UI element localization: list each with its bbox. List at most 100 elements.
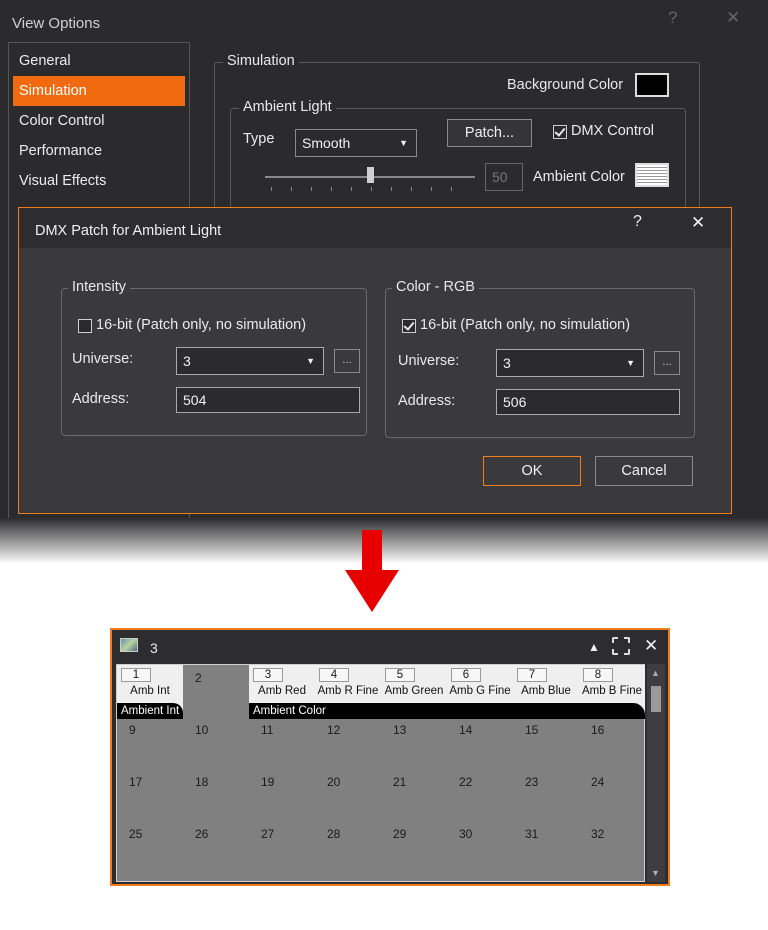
cell-channel-number: 23 [525,775,539,789]
color-address-field[interactable]: 506 [496,389,680,415]
cell-channel-number: 19 [261,775,275,789]
ambient-color-swatch[interactable] [635,163,669,187]
expand-icon[interactable] [612,637,630,655]
ambient-light-group: Ambient Light Type Smooth ▼ Patch... DMX… [230,99,686,208]
grid-cell[interactable]: 27 [249,821,315,873]
cell-channel-number: 21 [393,775,407,789]
grid-cell[interactable]: 31 [513,821,579,873]
grid-cell[interactable]: 11 [249,717,315,769]
fixture-bar[interactable]: Ambient Color [249,703,645,719]
cell-channel-number: 29 [393,827,407,841]
simulation-legend: Simulation [223,53,299,69]
nav-item-performance[interactable]: Performance [13,136,185,166]
grid-window-title: 3 [150,640,158,656]
color-address-label: Address: [398,393,456,409]
grid-cell[interactable]: 12 [315,717,381,769]
close-icon[interactable]: ✕ [644,636,658,656]
patch-grid-window: 3 ▲ ✕ 1 Amb Int 2 3 Amb Red 4 Amb R Fine 5 Amb G… [110,628,670,886]
ambient-light-legend: Ambient Light [239,99,336,115]
grid-cell[interactable]: 18 [183,769,249,821]
ok-button[interactable]: OK [483,456,581,486]
grid-cell[interactable]: 10 [183,717,249,769]
grid-cell[interactable]: 17 [117,769,183,821]
chevron-down-icon: ▼ [399,138,408,148]
color-16bit-label: 16-bit (Patch only, no simulation) [420,317,631,333]
grid-cell[interactable]: 26 [183,821,249,873]
nav-item-visual-effects[interactable]: Visual Effects [13,166,185,196]
cell-channel-number: 11 [261,723,274,737]
cell-channel-number: 2 [195,671,202,685]
nav-item-simulation[interactable]: Simulation [13,76,185,106]
down-arrow-icon [345,530,399,612]
ambient-color-label: Ambient Color [533,169,625,185]
cell-channel-number: 9 [129,723,136,737]
help-icon[interactable]: ? [633,213,642,231]
arrow-head [345,570,399,612]
cell-channel-number: 1 [121,668,151,682]
ambient-slider-thumb[interactable] [367,167,374,183]
scroll-down-icon[interactable]: ▼ [651,868,660,878]
help-icon[interactable]: ? [668,8,677,28]
patch-button[interactable]: Patch... [447,119,532,147]
grid-cell[interactable]: 13 [381,717,447,769]
color-16bit-checkbox[interactable] [402,319,416,333]
grid-cell[interactable]: 15 [513,717,579,769]
cell-channel-name: Amb Red [258,685,306,697]
dmx-dialog-titlebar: DMX Patch for Ambient Light ? ✕ [19,208,731,248]
grid-cell[interactable]: 32 [579,821,645,873]
intensity-16bit-checkbox[interactable] [78,319,92,333]
grid-cell[interactable]: 21 [381,769,447,821]
cell-channel-number: 12 [327,723,341,737]
dmx-control-checkbox[interactable] [553,125,567,139]
cell-channel-number: 24 [591,775,605,789]
cell-channel-number: 17 [129,775,143,789]
cell-channel-number: 3 [253,668,283,682]
cancel-button[interactable]: Cancel [595,456,693,486]
close-icon[interactable]: ✕ [726,8,740,28]
type-label: Type [243,131,275,147]
grid-cell[interactable]: 24 [579,769,645,821]
nav-item-color-control[interactable]: Color Control [13,106,185,136]
background-color-swatch[interactable] [635,73,669,97]
scrollbar-thumb[interactable] [651,686,661,712]
grid-cell[interactable]: 2 [183,665,249,717]
scroll-up-icon[interactable]: ▲ [651,668,660,678]
collapse-up-icon[interactable]: ▲ [588,640,600,654]
color-universe-select[interactable]: 3 ▼ [496,349,644,377]
slider-ticks [271,187,467,191]
intensity-address-field[interactable]: 504 [176,387,360,413]
grid-cell[interactable]: 23 [513,769,579,821]
cell-channel-number: 20 [327,775,341,789]
cell-channel-number: 13 [393,723,407,737]
cell-channel-name: Amb G Fine [449,685,511,697]
chevron-down-icon: ▼ [626,358,635,368]
cell-channel-name: Amb Blue [521,685,571,697]
close-icon[interactable]: ✕ [691,213,705,233]
grid-cell[interactable]: 22 [447,769,513,821]
color-rgb-group: Color - RGB 16-bit (Patch only, no simul… [385,279,695,438]
intensity-group: Intensity 16-bit (Patch only, no simulat… [61,279,367,436]
intensity-universe-select[interactable]: 3 ▼ [176,347,324,375]
cell-channel-number: 18 [195,775,209,789]
nav-item-general[interactable]: General [13,46,185,76]
type-select[interactable]: Smooth ▼ [295,129,417,157]
fixture-bar[interactable]: Ambient Int [117,703,183,719]
grid-cell[interactable]: 19 [249,769,315,821]
grid-cell[interactable]: 9 [117,717,183,769]
grid-cell[interactable]: 14 [447,717,513,769]
grid-cell[interactable]: 28 [315,821,381,873]
cell-channel-number: 22 [459,775,473,789]
cell-channel-number: 5 [385,668,415,682]
background-color-label: Background Color [507,77,624,93]
ambient-value-field[interactable]: 50 [485,163,523,191]
grid-cell[interactable]: 20 [315,769,381,821]
grid-cell[interactable]: 30 [447,821,513,873]
grid-cell[interactable]: 29 [381,821,447,873]
vertical-scrollbar[interactable]: ▲ ▼ [647,664,665,882]
grid-cell[interactable]: 16 [579,717,645,769]
color-universe-browse-button[interactable]: ... [654,351,680,375]
dmx-control-label: DMX Control [571,123,654,139]
cell-channel-name: Amb Green [384,685,444,697]
grid-cell[interactable]: 25 [117,821,183,873]
intensity-universe-browse-button[interactable]: ... [334,349,360,373]
